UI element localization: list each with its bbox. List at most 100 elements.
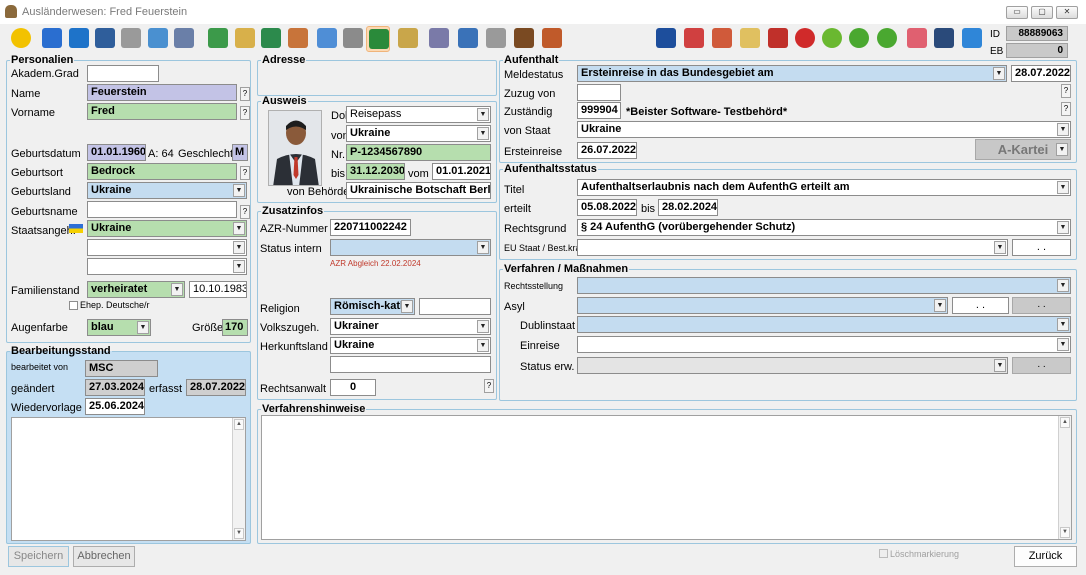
scroll-up-icon[interactable]: ▲ <box>1060 417 1070 428</box>
chevron-down-icon[interactable]: ▼ <box>1057 318 1069 331</box>
einreise-select[interactable]: ▼ <box>577 336 1071 353</box>
wheel-icon[interactable] <box>766 26 790 52</box>
phone-icon[interactable] <box>119 26 143 52</box>
status-bis-field[interactable]: 28.02.2024 <box>658 199 718 216</box>
chevron-down-icon[interactable]: ▼ <box>1057 123 1069 136</box>
speichern-button[interactable]: Speichern <box>8 546 69 567</box>
arrows-icon[interactable] <box>259 26 283 52</box>
religion-select[interactable]: Römisch-katho ▼ <box>330 298 415 315</box>
download-arrow-icon[interactable] <box>960 26 984 52</box>
chevron-down-icon[interactable]: ▼ <box>477 127 489 140</box>
chevron-down-icon[interactable]: ▼ <box>1057 181 1069 194</box>
akartei-button[interactable]: A-Kartei ▼ <box>975 139 1071 160</box>
geburtsdatum-field[interactable]: 01.01.1960 <box>87 144 146 161</box>
scroll-down-icon[interactable]: ▼ <box>234 528 244 539</box>
statuserw-select[interactable]: ▼ <box>577 357 1008 374</box>
zurueck-button[interactable]: Zurück <box>1014 546 1077 567</box>
chevron-down-icon[interactable]: ▼ <box>137 321 149 334</box>
chevron-down-icon[interactable]: ▼ <box>993 67 1005 80</box>
chevron-down-icon[interactable]: ▼ <box>994 241 1006 254</box>
grid-icon[interactable] <box>427 26 451 52</box>
geburtsort-field[interactable]: Bedrock <box>87 163 237 180</box>
groesse-field[interactable]: 170 <box>222 319 248 336</box>
staatsangeh3-select[interactable]: ▼ <box>87 258 247 275</box>
chevron-down-icon[interactable]: ▼ <box>233 241 245 254</box>
hand-icon[interactable] <box>540 26 564 52</box>
abbrechen-button[interactable]: Abbrechen <box>73 546 135 567</box>
azr-field[interactable]: 220711002242 <box>330 219 411 236</box>
familienstand-select[interactable]: verheiratet ▼ <box>87 281 185 298</box>
ehep-checkbox[interactable] <box>69 301 78 310</box>
name-field[interactable]: Feuerstein <box>87 84 237 101</box>
hinweise-textarea[interactable]: ▲ ▼ <box>261 415 1072 540</box>
religion-extra-field[interactable] <box>419 298 491 315</box>
gear-star-icon[interactable] <box>315 26 339 52</box>
device-icon[interactable] <box>93 26 117 52</box>
behoerde-field[interactable]: Ukrainische Botschaft Berlin <box>346 182 491 199</box>
eu-dots-field[interactable]: . . <box>1012 239 1071 256</box>
users-icon[interactable] <box>206 26 230 52</box>
vorname-help-button[interactable]: ? <box>240 106 250 120</box>
geburtsland-select[interactable]: Ukraine ▼ <box>87 182 247 199</box>
nr-field[interactable]: P-1234567890 <box>346 144 491 161</box>
akadem-field[interactable] <box>87 65 159 82</box>
chevron-down-icon[interactable]: ▼ <box>994 359 1006 372</box>
zuzug-field[interactable] <box>577 84 621 101</box>
zuzug-help-button[interactable]: ? <box>1061 84 1071 98</box>
certificate-icon[interactable] <box>396 26 420 52</box>
target-icon[interactable] <box>710 26 734 52</box>
officer-icon[interactable] <box>932 26 956 52</box>
warning-icon[interactable] <box>9 26 33 52</box>
ersteinreise-field[interactable]: 26.07.2022 <box>577 142 637 159</box>
meldestatus-select[interactable]: Ersteinreise in das Bundesgebiet am ▼ <box>577 65 1007 82</box>
herkunft-extra-field[interactable] <box>330 356 491 373</box>
chevron-down-icon[interactable]: ▼ <box>477 339 489 352</box>
geburtsname-help-button[interactable]: ? <box>240 205 250 219</box>
vom-field[interactable]: 01.01.2021 <box>432 163 491 180</box>
chevron-down-icon[interactable]: ▼ <box>477 320 489 333</box>
asyl-select[interactable]: ▼ <box>577 297 948 314</box>
erteilt-field[interactable]: 05.08.2022 <box>577 199 637 216</box>
rechtsstellung-select[interactable]: ▼ <box>577 277 1071 294</box>
chevron-down-icon[interactable]: ▼ <box>171 283 183 296</box>
info-icon[interactable] <box>654 26 678 52</box>
loesch-checkbox[interactable] <box>879 549 888 558</box>
bearbeitung-notes[interactable]: ▲ ▼ <box>11 417 246 541</box>
asyl-date-field[interactable]: . . <box>952 297 1009 314</box>
staatsangeh2-select[interactable]: ▼ <box>87 239 247 256</box>
chevron-down-icon[interactable]: ▼ <box>477 241 489 254</box>
vorname-field[interactable]: Fred <box>87 103 237 120</box>
notes-icon[interactable] <box>484 26 508 52</box>
meldestatus-date-field[interactable]: 28.07.2022 <box>1011 65 1071 82</box>
passport-icon[interactable] <box>40 26 64 52</box>
wiedervorlage-field[interactable]: 25.06.2024 <box>85 398 145 415</box>
anwalt-field[interactable]: 0 <box>330 379 376 396</box>
name-help-button[interactable]: ? <box>240 87 250 101</box>
blue-square-icon[interactable] <box>67 26 91 52</box>
scroll-down-icon[interactable]: ▼ <box>1060 527 1070 538</box>
geburtsname-field[interactable] <box>87 201 237 218</box>
zustaendig-code-field[interactable]: 999904 <box>577 102 621 119</box>
geburtsort-help-button[interactable]: ? <box>240 166 250 180</box>
chevron-down-icon[interactable]: ▼ <box>1057 338 1069 351</box>
scrollbar[interactable]: ▲ ▼ <box>232 418 245 540</box>
virus-green-icon[interactable] <box>820 26 844 52</box>
vonstaat-select[interactable]: Ukraine ▼ <box>577 121 1071 138</box>
chevron-down-icon[interactable]: ▼ <box>233 260 245 273</box>
rechtsgrund-select[interactable]: § 24 AufenthG (vorübergehender Schutz) ▼ <box>577 219 1071 236</box>
folder-user-icon[interactable] <box>233 26 257 52</box>
familienstand-date-field[interactable]: 10.10.1983 <box>189 281 247 298</box>
bis-field[interactable]: 31.12.2030 <box>346 163 405 180</box>
virus-check-icon[interactable] <box>875 26 899 52</box>
person-green-icon[interactable] <box>366 26 390 52</box>
staatsangeh-select[interactable]: Ukraine ▼ <box>87 220 247 237</box>
house-icon[interactable] <box>286 26 310 52</box>
fingerprint-icon[interactable] <box>905 26 929 52</box>
maximize-button[interactable]: ▢ <box>1031 6 1053 19</box>
no-icon[interactable] <box>682 26 706 52</box>
chevron-down-icon[interactable]: ▼ <box>934 299 946 312</box>
gavel-icon[interactable] <box>512 26 536 52</box>
von-select[interactable]: Ukraine ▼ <box>346 125 491 142</box>
chevron-down-icon[interactable]: ▼ <box>233 184 245 197</box>
chevron-down-icon[interactable]: ▼ <box>1057 279 1069 292</box>
